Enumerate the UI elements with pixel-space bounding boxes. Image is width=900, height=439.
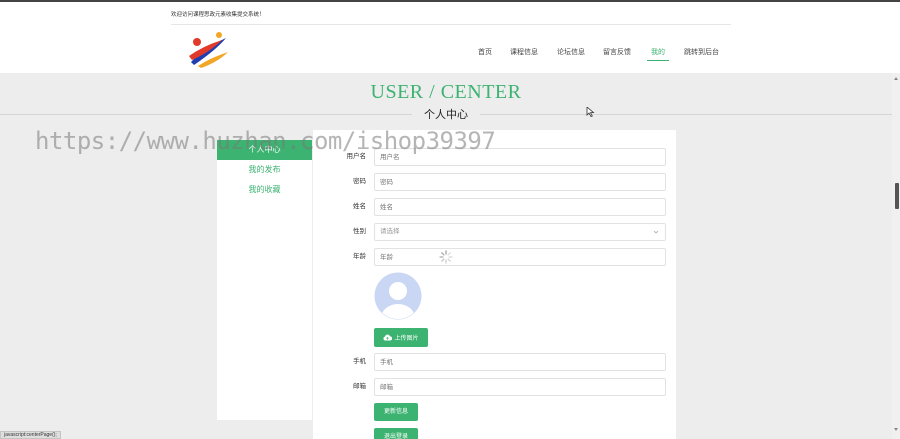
- browser-status-bar: javascript:centerPage();: [0, 431, 61, 439]
- nav-mine[interactable]: 我的: [651, 47, 665, 57]
- gender-select[interactable]: 请选择: [374, 223, 666, 241]
- logo-icon[interactable]: [186, 32, 232, 68]
- sidebar-item-my-posts[interactable]: 我的发布: [217, 160, 312, 180]
- age-row: 年龄: [313, 248, 676, 266]
- gender-row: 性别 请选择: [313, 223, 676, 241]
- nav-active-indicator: [647, 60, 669, 61]
- password-input[interactable]: [374, 173, 666, 191]
- upload-image-label: 上传图片: [394, 336, 419, 342]
- name-input[interactable]: [374, 198, 666, 216]
- cloud-upload-icon: [384, 334, 393, 341]
- name-row: 姓名: [313, 198, 676, 216]
- username-label: 用户名: [346, 153, 367, 160]
- upload-image-button[interactable]: 上传图片: [374, 328, 428, 347]
- gender-select-value: 请选择: [380, 228, 400, 235]
- phone-input[interactable]: [374, 353, 666, 371]
- update-info-button[interactable]: 更新信息: [374, 403, 418, 421]
- username-input[interactable]: [374, 148, 666, 166]
- email-row: 邮箱: [313, 378, 676, 396]
- logout-button[interactable]: 退出登录: [374, 428, 418, 439]
- nav-admin[interactable]: 跳转到后台: [684, 47, 719, 57]
- username-row: 用户名: [313, 148, 676, 166]
- scroll-down-icon[interactable]: [894, 428, 898, 431]
- password-label: 密码: [353, 178, 366, 185]
- phone-label: 手机: [353, 358, 366, 365]
- nav-home[interactable]: 首页: [478, 47, 492, 57]
- scrollbar-thumb[interactable]: [895, 183, 899, 209]
- header-divider: [171, 24, 731, 25]
- nav-forum[interactable]: 论坛信息: [557, 47, 585, 57]
- gender-label: 性别: [353, 228, 366, 235]
- email-input[interactable]: [374, 378, 666, 396]
- page-title-cn: 个人中心: [424, 109, 468, 121]
- main-content: USER / CENTER 个人中心 个人中心 我的发布 我的收藏 用户名 密码…: [0, 73, 892, 439]
- sidebar: 个人中心 我的发布 我的收藏: [217, 140, 312, 420]
- sidebar-item-my-favorites[interactable]: 我的收藏: [217, 180, 312, 200]
- avatar-placeholder-icon: [374, 272, 422, 320]
- welcome-text: 欢迎访问课程思政元素收集提交系统！: [171, 12, 265, 18]
- password-row: 密码: [313, 173, 676, 191]
- age-input[interactable]: [374, 248, 666, 266]
- chevron-down-icon: [653, 230, 659, 234]
- site-header: 欢迎访问课程思政元素收集提交系统！ 首页 课程信息 论坛信息 留言反馈 我的 跳…: [0, 2, 900, 73]
- scroll-up-icon[interactable]: [894, 77, 898, 80]
- email-label: 邮箱: [353, 383, 366, 390]
- profile-form: 用户名 密码 姓名 性别 请选择 年龄: [313, 130, 676, 439]
- mouse-cursor-icon: [586, 107, 595, 117]
- phone-row: 手机: [313, 353, 676, 371]
- page-title-en: USER / CENTER: [370, 81, 522, 103]
- age-label: 年龄: [353, 253, 366, 260]
- sidebar-item-profile[interactable]: 个人中心: [217, 140, 312, 160]
- name-label: 姓名: [353, 203, 366, 210]
- nav-feedback[interactable]: 留言反馈: [603, 47, 631, 57]
- loading-spinner-icon: [439, 250, 453, 264]
- vertical-scrollbar[interactable]: [892, 73, 900, 439]
- nav-course-info[interactable]: 课程信息: [510, 47, 538, 57]
